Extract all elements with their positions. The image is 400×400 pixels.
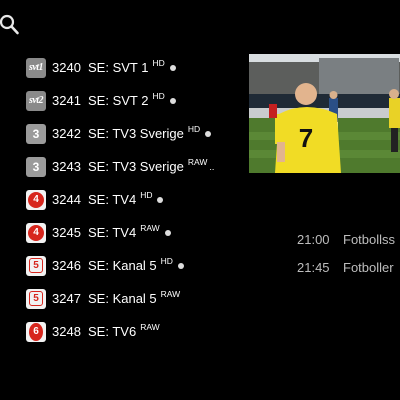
quality-tag: RAW	[140, 222, 160, 233]
channel-logo-text: 4	[33, 227, 39, 238]
quality-tag: RAW	[140, 321, 160, 332]
search-button[interactable]	[0, 14, 22, 38]
channel-logo-tv6: 6	[26, 321, 46, 342]
channel-row[interactable]: 3 3243 SE: TV3 Sverige RAW..	[26, 150, 252, 183]
channel-name: SE: TV6	[88, 324, 137, 339]
channel-number: 3245	[52, 225, 81, 240]
epg-time: 21:00	[297, 231, 330, 247]
channel-number: 3248	[52, 324, 81, 339]
live-dot-icon	[169, 97, 176, 104]
epg-time: 21:45	[297, 259, 330, 275]
live-dot-icon	[177, 262, 184, 269]
search-icon	[0, 14, 19, 35]
channel-row[interactable]: svt2 3241 SE: SVT 2 HD	[26, 84, 252, 117]
channel-name: SE: TV3 Sverige	[88, 159, 184, 174]
quality-tag: HD	[152, 57, 165, 68]
epg-list: 21:00 Fotbollss 21:45 Fotboller	[297, 225, 400, 281]
video-preview[interactable]: 7	[249, 54, 400, 173]
quality-tag: HD	[160, 255, 173, 266]
channel-logo-tv4: 4	[26, 222, 46, 243]
channel-row[interactable]: 3 3242 SE: TV3 Sverige HD	[26, 117, 252, 150]
live-dot-icon	[164, 229, 171, 236]
epg-title: Fotbollss	[343, 231, 396, 247]
channel-logo-tv3: 3	[26, 123, 46, 144]
epg-title: Fotboller	[343, 259, 394, 275]
live-dot-icon	[205, 130, 212, 137]
channel-logo-tv4: 4	[26, 189, 46, 210]
channel-logo-kanal5: 5	[26, 288, 46, 309]
channel-name: SE: SVT 2	[88, 93, 149, 108]
channel-number: 3240	[52, 60, 81, 75]
channel-name: SE: TV3 Sverige	[88, 126, 184, 141]
channel-logo-svt1: svt1	[26, 57, 46, 78]
channel-row[interactable]: 5 3247 SE: Kanal 5 RAW	[26, 282, 252, 315]
channel-number: 3246	[52, 258, 81, 273]
quality-tag: HD	[152, 90, 165, 101]
channel-row[interactable]: svt1 3240 SE: SVT 1 HD	[26, 51, 252, 84]
quality-tag: RAW	[160, 288, 181, 299]
live-dot-icon	[157, 196, 164, 203]
channel-number: 3242	[52, 126, 81, 141]
channel-row[interactable]: 4 3245 SE: TV4 RAW	[26, 216, 252, 249]
channel-list: svt1 3240 SE: SVT 1 HD svt2 3241 SE: SVT 2 HD 3 3…	[26, 51, 252, 348]
channel-logo-text: 5	[33, 293, 39, 304]
channel-logo-text: svt1	[28, 62, 44, 73]
channel-number: 3247	[52, 291, 81, 306]
channel-number: 3243	[52, 159, 81, 174]
channel-logo-svt2: svt2	[26, 90, 46, 111]
quality-tag: HD	[187, 123, 201, 134]
channel-name: SE: SVT 1	[88, 60, 149, 75]
channel-row[interactable]: 6 3248 SE: TV6 RAW	[26, 315, 252, 348]
preview-image: 7	[249, 54, 400, 173]
quality-tag: RAW	[187, 156, 208, 167]
channel-logo-text: svt2	[28, 95, 44, 106]
channel-number: 3244	[52, 192, 81, 207]
channel-logo-tv3: 3	[26, 156, 46, 177]
epg-row[interactable]: 21:45 Fotboller	[297, 253, 400, 281]
channel-logo-text: 3	[32, 126, 40, 141]
quality-tag: HD	[140, 189, 153, 200]
channel-number: 3241	[52, 93, 81, 108]
channel-row[interactable]: 5 3246 SE: Kanal 5 HD	[26, 249, 252, 282]
channel-logo-text: 5	[33, 260, 39, 271]
name-ellipsis: ..	[209, 161, 215, 172]
channel-name: SE: Kanal 5	[88, 291, 157, 306]
channel-name: SE: TV4	[88, 225, 137, 240]
channel-logo-text: 4	[33, 194, 39, 205]
channel-row[interactable]: 4 3244 SE: TV4 HD	[26, 183, 252, 216]
channel-logo-kanal5: 5	[26, 255, 46, 276]
live-dot-icon	[169, 64, 176, 71]
channel-name: SE: TV4	[88, 192, 137, 207]
channel-logo-text: 6	[33, 326, 39, 337]
epg-row[interactable]: 21:00 Fotbollss	[297, 225, 400, 253]
channel-name: SE: Kanal 5	[88, 258, 157, 273]
jersey-number: 7	[299, 123, 313, 153]
channel-logo-text: 3	[32, 159, 40, 174]
